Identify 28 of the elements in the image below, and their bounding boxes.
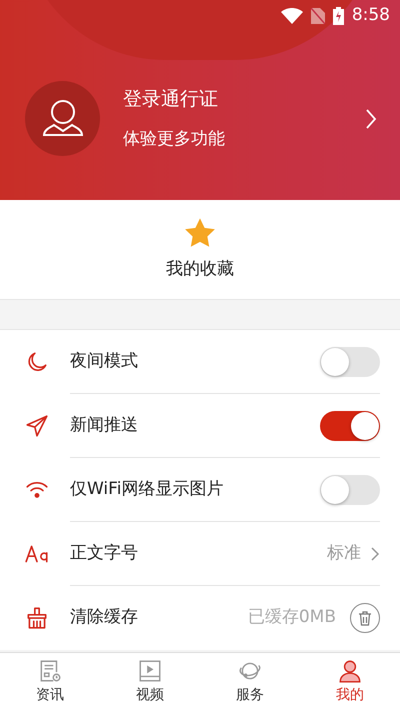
trash-icon [357,610,373,626]
login-subtitle: 体验更多功能 [123,128,226,151]
setting-label: 仅WiFi网络显示图片 [70,478,224,501]
favorites-button[interactable]: 我的收藏 [0,200,400,300]
video-icon [137,658,163,684]
setting-label: 夜间模式 [70,350,139,373]
wifi-icon [280,8,303,24]
chevron-right-icon [364,108,378,130]
nav-tab[interactable]: 我的 [300,653,400,711]
no-sim-icon [310,8,325,24]
login-title: 登录通行证 [123,86,219,112]
login-card[interactable]: 登录通行证 体验更多功能 [0,81,400,156]
nav-tab[interactable]: 资讯 [0,653,100,711]
setting-label: 新闻推送 [70,414,139,437]
cache-size: 已缓存0MB [248,606,336,630]
chevron-right-icon [371,546,380,560]
trash-button[interactable] [350,603,380,633]
nav-tab[interactable]: 视频 [100,653,200,711]
toggle-switch[interactable] [320,474,380,504]
setting-label: 正文字号 [70,542,139,565]
setting-label: 清除缓存 [70,606,139,630]
nav-tab[interactable]: 服务 [200,653,300,711]
toggle-switch[interactable] [320,346,380,376]
status-time: 8:58 [352,4,390,28]
toggle-switch[interactable] [320,410,380,440]
send-icon [24,413,50,439]
star-icon [183,216,217,249]
person-icon [337,658,363,684]
